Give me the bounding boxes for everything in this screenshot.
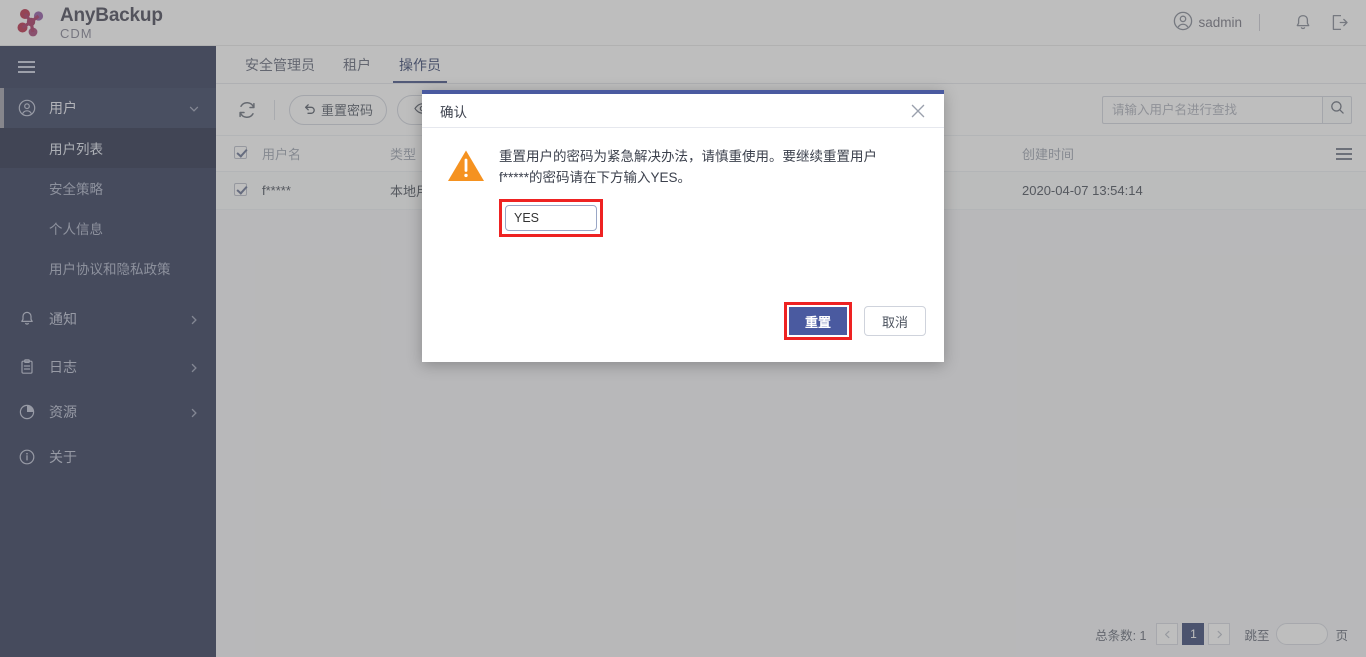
app-root: AnyBackup CDM sadmin 用户 用户列表 安全策略 个人信息 用…: [0, 0, 1366, 657]
confirm-text-input[interactable]: [505, 205, 597, 231]
close-icon[interactable]: [906, 99, 930, 123]
confirm-dialog: 确认 重置用户的密码为紧急解决办法，请慎重使用。要继续重置用户 f*****的密…: [422, 90, 944, 362]
dialog-title: 确认: [440, 104, 467, 120]
dialog-message: 重置用户的密码为紧急解决办法，请慎重使用。要继续重置用户 f*****的密码请在…: [499, 149, 877, 185]
dialog-body: 重置用户的密码为紧急解决办法，请慎重使用。要继续重置用户 f*****的密码请在…: [422, 128, 944, 237]
dialog-text-area: 重置用户的密码为紧急解决办法，请慎重使用。要继续重置用户 f*****的密码请在…: [490, 146, 920, 237]
confirm-input-highlight: [499, 199, 603, 237]
dialog-header: 确认: [422, 94, 944, 128]
dialog-footer: 重置 取消: [784, 302, 926, 340]
confirm-button-highlight: 重置: [784, 302, 852, 340]
warning-triangle-icon: [446, 146, 490, 237]
cancel-button[interactable]: 取消: [864, 306, 926, 336]
confirm-reset-button[interactable]: 重置: [789, 307, 847, 335]
